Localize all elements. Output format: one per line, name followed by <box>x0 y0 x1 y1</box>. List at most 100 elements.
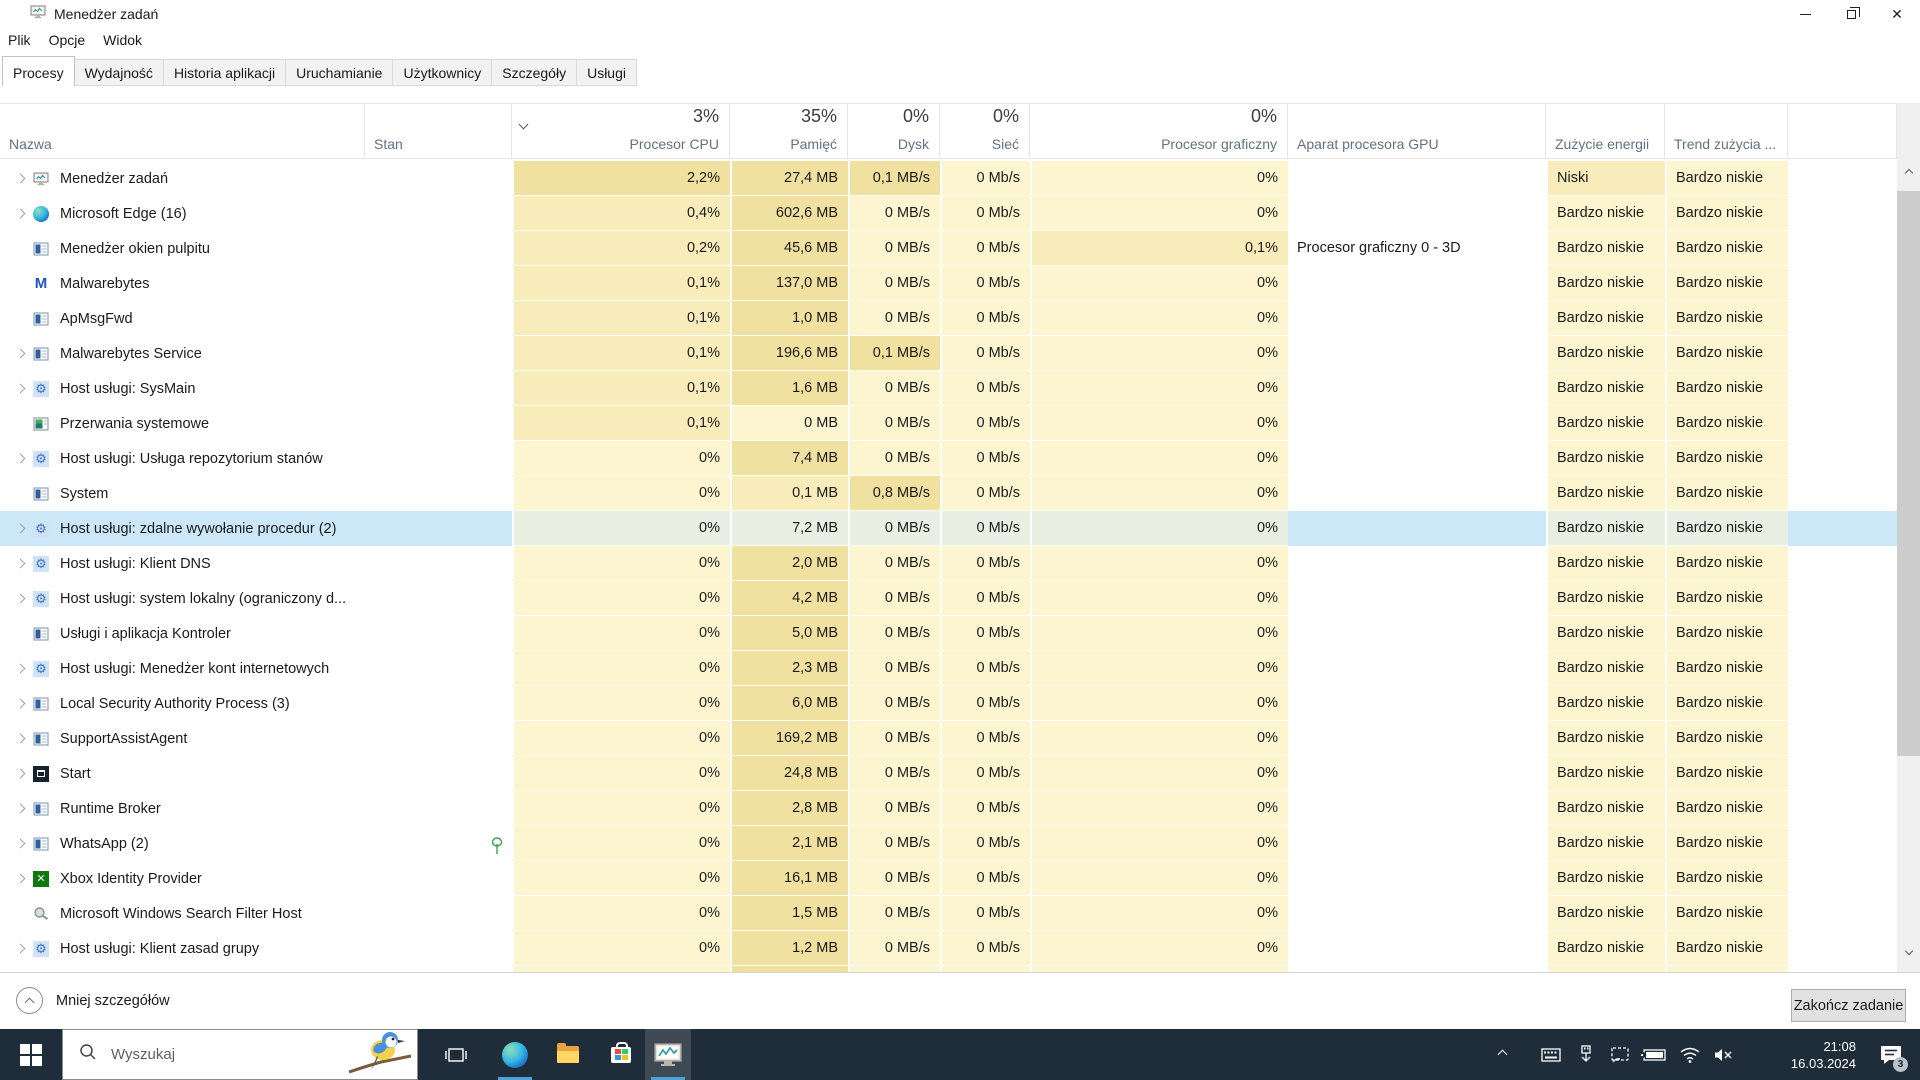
expand-chevron-icon[interactable] <box>15 768 25 779</box>
expand-chevron-icon[interactable] <box>15 383 25 394</box>
scrollbar-thumb[interactable] <box>1897 191 1920 756</box>
disk-cell: 0 MB/s <box>848 371 940 406</box>
scrollbar-down-icon[interactable] <box>1897 938 1920 964</box>
table-row[interactable]: Start 0% 24,8 MB 0 MB/s 0 Mb/s 0% Bardzo niski… <box>0 756 1897 791</box>
memory-total-header[interactable]: 35% <box>730 104 848 131</box>
table-row[interactable]: Menedżer okien pulpitu 0,2% 45,6 MB 0 MB/s 0… <box>0 231 1897 266</box>
menu-item-plik[interactable]: Plik <box>8 30 41 50</box>
cpu-cell: 0% <box>512 826 730 861</box>
column-header-gpu[interactable]: Procesor graficzny <box>1030 131 1288 158</box>
table-row[interactable]: ⚙ Host usługi: Menedżer kont internetowyc… <box>0 651 1897 686</box>
less-details-button[interactable]: Mniej szczegółów <box>16 987 170 1014</box>
column-header-gpu-engine[interactable]: Aparat procesora GPU <box>1288 131 1546 158</box>
table-row[interactable]: Microsoft Edge (16) 0,4% 602,6 MB 0 MB/s 0 M… <box>0 196 1897 231</box>
touch-keyboard-icon[interactable] <box>1534 1029 1568 1080</box>
end-task-button[interactable]: Zakończ zadanie <box>1791 989 1906 1022</box>
menu-item-opcje[interactable]: Opcje <box>49 30 96 50</box>
table-row-selected[interactable]: ⚙ Host usługi: zdalne wywołanie procedur … <box>0 511 1897 546</box>
volume-muted-icon[interactable] <box>1706 1029 1740 1080</box>
column-header-disk[interactable]: Dysk <box>848 131 940 158</box>
table-row[interactable]: Local Security Authority Process (3) 0% 6,… <box>0 686 1897 721</box>
table-row[interactable]: WhatsApp (2) 0% 2,1 MB 0 MB/s 0 Mb/s 0% Bardzo… <box>0 826 1897 861</box>
network-cell: 0 Mb/s <box>940 231 1030 266</box>
taskbar-search-input[interactable]: Wyszukaj <box>62 1029 418 1080</box>
table-row[interactable]: ⚙ Host usługi: SysMain 0,1% 1,6 MB 0 MB/s 0 M… <box>0 371 1897 406</box>
table-row[interactable]: Przerwania systemowe 0,1% 0 MB 0 MB/s 0 Mb/s… <box>0 406 1897 441</box>
table-row[interactable]: Malwarebytes Service 0,1% 196,6 MB 0,1 MB/s… <box>0 336 1897 371</box>
wifi-icon[interactable] <box>1674 1029 1706 1080</box>
menu-item-widok[interactable]: Widok <box>103 30 152 50</box>
expand-chevron-icon[interactable] <box>15 943 25 954</box>
start-button[interactable] <box>0 1029 62 1080</box>
task-view-button[interactable] <box>438 1029 474 1080</box>
table-row[interactable]: Microsoft Windows Search Filter Host 0% 1,… <box>0 896 1897 931</box>
network-total-header[interactable]: 0% <box>940 104 1030 131</box>
taskbar-task-manager-button[interactable] <box>645 1029 691 1080</box>
wireless-display-icon[interactable] <box>1604 1029 1636 1080</box>
process-name-cell: ⚙ Host usługi: SysMain <box>0 371 365 406</box>
gpu-engine-cell <box>1288 931 1546 966</box>
taskbar-explorer-button[interactable] <box>545 1029 591 1080</box>
table-row[interactable]: Menedżer zadań 2,2% 27,4 MB 0,1 MB/s 0 Mb/s 0… <box>0 161 1897 196</box>
table-row[interactable]: System 0% 0,1 MB 0,8 MB/s 0 Mb/s 0% Bardzo nis… <box>0 476 1897 511</box>
expand-chevron-icon[interactable] <box>15 523 25 534</box>
table-row[interactable]: ⚙ Host usługi: Usługa repozytorium stanów… <box>0 441 1897 476</box>
column-header-power[interactable]: Zużycie energii <box>1546 131 1665 158</box>
taskbar-edge-button[interactable] <box>492 1029 538 1080</box>
process-name: Host usługi: system lokalny (ograniczony… <box>60 590 347 607</box>
expand-chevron-icon[interactable] <box>15 348 25 359</box>
table-row[interactable]: ⚙ Host usługi: system lokalny (ograniczon… <box>0 581 1897 616</box>
expand-chevron-icon[interactable] <box>15 663 25 674</box>
expand-chevron-icon[interactable] <box>15 733 25 744</box>
column-header-name[interactable]: Nazwa <box>0 131 365 158</box>
expand-chevron-icon[interactable] <box>15 873 25 884</box>
clock-date: 16.03.2024 <box>1790 1055 1856 1071</box>
column-header-memory[interactable]: Pamięć <box>730 131 848 158</box>
tray-show-hidden-icons[interactable] <box>1484 1029 1520 1080</box>
expand-chevron-icon[interactable] <box>15 698 25 709</box>
action-center-button[interactable]: 3 <box>1868 1029 1914 1080</box>
close-button[interactable]: ✕ <box>1874 0 1920 28</box>
table-row[interactable]: M Malwarebytes 0,1% 137,0 MB 0 MB/s 0 Mb/s 0% B… <box>0 266 1897 301</box>
expand-chevron-icon[interactable] <box>15 208 25 219</box>
tab-szczegoly[interactable]: Szczegóły <box>492 59 578 86</box>
expand-chevron-icon[interactable] <box>15 838 25 849</box>
tab-procesy[interactable]: Procesy <box>2 56 75 86</box>
file-explorer-icon <box>557 1043 579 1063</box>
table-row[interactable]: Usługi i aplikacja Kontroler 0% 5,0 MB 0 MB… <box>0 616 1897 651</box>
tab-uruchamianie[interactable]: Uruchamianie <box>286 59 394 86</box>
table-row[interactable]: Runtime Broker 0% 2,8 MB 0 MB/s 0 Mb/s 0% Bard… <box>0 791 1897 826</box>
tab-uzytkownicy[interactable]: Użytkownicy <box>393 59 493 86</box>
table-row[interactable]: SupportAssistAgent 0% 169,2 MB 0 MB/s 0 Mb/s… <box>0 721 1897 756</box>
disk-total-header[interactable]: 0% <box>848 104 940 131</box>
column-header-status[interactable]: Stan <box>365 131 512 158</box>
expand-chevron-icon[interactable] <box>15 173 25 184</box>
taskbar-store-button[interactable] <box>598 1029 644 1080</box>
restore-button[interactable] <box>1828 0 1874 28</box>
expand-chevron-icon[interactable] <box>15 558 25 569</box>
tab-uslugi[interactable]: Usługi <box>577 59 637 86</box>
battery-charging-icon[interactable] <box>1636 1029 1672 1080</box>
row-filler <box>1788 406 1897 441</box>
taskbar-clock[interactable]: 21:08 16.03.2024 <box>1762 1029 1862 1080</box>
gpu-total-header[interactable]: 0% <box>1030 104 1288 131</box>
minimize-button[interactable] <box>1782 0 1828 28</box>
expand-chevron-icon[interactable] <box>15 803 25 814</box>
table-row[interactable]: ApMsgFwd 0,1% 1,0 MB 0 MB/s 0 Mb/s 0% Bardzo n… <box>0 301 1897 336</box>
vertical-scrollbar[interactable] <box>1897 103 1920 972</box>
expand-chevron-icon[interactable] <box>15 453 25 464</box>
table-row[interactable]: ✕ Xbox Identity Provider 0% 16,1 MB 0 MB/s 0 … <box>0 861 1897 896</box>
column-header-network[interactable]: Sieć <box>940 131 1030 158</box>
table-row[interactable]: ⚙ Host usługi: Klient zasad grupy 0% 1,2 MB… <box>0 931 1897 966</box>
usb-eject-icon[interactable] <box>1570 1029 1602 1080</box>
column-header-cpu[interactable]: Procesor CPU <box>512 131 730 158</box>
gpu-cell: 0% <box>1030 826 1288 861</box>
cpu-total-header[interactable]: 3% <box>512 104 730 131</box>
table-row[interactable]: ⚙ Host usługi: Klient DNS 0% 2,0 MB 0 MB/s 0 … <box>0 546 1897 581</box>
tab-wydajnosc[interactable]: Wydajność <box>74 59 164 86</box>
column-header-power-trend[interactable]: Trend zużycia ... <box>1665 131 1788 158</box>
scrollbar-up-icon[interactable] <box>1897 160 1920 186</box>
expand-chevron-icon[interactable] <box>15 593 25 604</box>
tab-historia-aplikacji[interactable]: Historia aplikacji <box>163 59 287 86</box>
process-name: Host usługi: Menedżer kont internetowych <box>60 660 330 677</box>
